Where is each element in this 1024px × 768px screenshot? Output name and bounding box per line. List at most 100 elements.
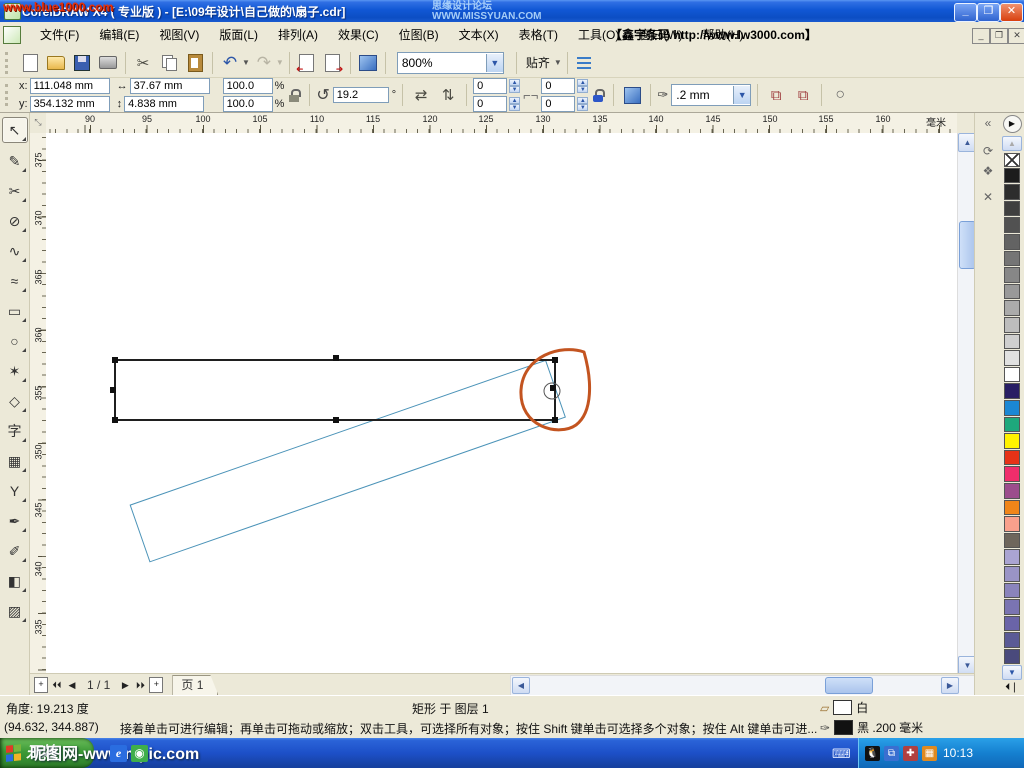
save-button[interactable] [70,51,94,75]
color-swatch[interactable] [1004,483,1020,499]
new-document-button[interactable] [18,51,42,75]
paste-button[interactable] [183,51,207,75]
color-swatch[interactable] [1004,184,1020,200]
corner-br-spinner[interactable]: ▲▼ [577,97,588,111]
color-swatch[interactable] [1004,583,1020,599]
grid-tray-icon[interactable]: ▦ [922,746,937,761]
close-button[interactable]: ✕ [1000,3,1023,22]
item-zoom-tool[interactable]: ⊘ [3,209,27,233]
menu-item[interactable]: 版面(L) [209,22,268,48]
color-swatch[interactable] [1004,300,1020,316]
color-swatch[interactable] [1004,334,1020,350]
print-button[interactable] [96,51,120,75]
mirror-vertical-button[interactable]: ⇅ [436,83,460,107]
security-tray-icon[interactable]: ✚ [903,746,918,761]
doc-close-button[interactable]: ✕ [1008,28,1024,44]
palette-scroll-down[interactable]: ▼ [1002,665,1022,680]
menu-item[interactable]: 视图(V) [149,22,209,48]
color-swatch[interactable] [1004,516,1020,532]
add-page-icon[interactable]: + [34,677,48,693]
corner-radius-tl-field[interactable]: 0 [473,78,507,94]
drawing-canvas[interactable] [46,133,957,673]
palette-expand-button[interactable]: ⏴❘ [1005,681,1018,695]
rotate-transform-icon[interactable]: ⟳ [975,141,1001,161]
color-swatch[interactable] [1004,433,1020,449]
color-swatch[interactable] [1004,383,1020,399]
color-swatch[interactable] [1004,400,1020,416]
menu-item[interactable]: 文本(X) [449,22,509,48]
application-launcher-button[interactable] [356,51,380,75]
item-smart-drawing-tool[interactable]: ≈ [3,269,27,293]
color-swatch[interactable] [1004,234,1020,250]
quick-launch-browser-icon[interactable]: e [110,745,127,762]
collapse-docker-icon[interactable]: « [975,113,1001,133]
color-swatch[interactable] [1004,251,1020,267]
options-button[interactable] [573,51,597,75]
corner-bl-spinner[interactable]: ▲▼ [509,97,520,111]
no-color-swatch[interactable] [1004,153,1020,167]
color-swatch[interactable] [1004,549,1020,565]
toolbar-grip[interactable] [5,52,13,74]
symmetry-button-2[interactable]: ⧉ [791,83,815,107]
import-button[interactable] [295,51,319,75]
horizontal-scroll-thumb[interactable] [825,677,873,694]
y-position-field[interactable]: 354.132 mm [30,96,110,112]
color-swatch[interactable] [1004,168,1020,184]
item-basic-shapes-tool[interactable]: ◇ [3,389,27,413]
doc-restore-button[interactable]: ❐ [990,28,1008,44]
menu-item[interactable]: 排列(A) [268,22,328,48]
cut-button[interactable]: ✂ [131,51,155,75]
undo-dropdown[interactable]: ▼ [242,58,250,67]
color-swatch[interactable] [1004,350,1020,366]
selection-handles[interactable] [110,355,558,423]
object-height-field[interactable]: 4.838 mm [124,96,204,112]
export-button[interactable] [321,51,345,75]
color-swatch[interactable] [1004,466,1020,482]
color-swatch[interactable] [1004,267,1020,283]
ruler-origin-button[interactable]: ⤡ [30,113,47,134]
selected-rectangle[interactable] [115,360,555,420]
item-freehand-tool[interactable]: ∿ [3,239,27,263]
scroll-right-button[interactable]: ▶ [941,677,959,694]
horizontal-scrollbar[interactable]: ◀ ▶ [510,675,976,696]
color-swatch[interactable] [1004,599,1020,615]
color-swatch[interactable] [1004,649,1020,665]
item-crop-tool[interactable]: ✂ [3,179,27,203]
copy-button[interactable] [157,51,181,75]
color-swatch[interactable] [1004,632,1020,648]
corner-tr-spinner[interactable]: ▲▼ [577,79,588,93]
minimize-button[interactable]: _ [954,3,977,22]
maximize-button[interactable]: ❐ [977,3,1000,22]
corner-radius-tr-field[interactable]: 0 [541,78,575,94]
add-page-icon[interactable]: + [149,677,163,693]
convert-to-curves-button[interactable]: ○ [828,83,852,107]
color-swatch[interactable] [1004,317,1020,333]
qq-tray-icon[interactable]: 🐧 [865,746,880,761]
item-table-tool[interactable]: ▦ [3,449,27,473]
palette-flyout-button[interactable]: ▶ [1003,115,1022,133]
undo-button[interactable]: ↶ [218,51,242,75]
item-shape-tool[interactable]: ✎ [3,149,27,173]
color-swatch[interactable] [1004,533,1020,549]
doc-minimize-button[interactable]: _ [972,28,990,44]
redo-dropdown[interactable]: ▼ [276,58,284,67]
item-text-tool[interactable]: 字 [3,419,27,443]
quick-launch-media-icon[interactable]: ◉ [131,745,148,762]
last-page-button[interactable]: ⏵⏵ [134,680,146,691]
palette-scroll-up[interactable]: ▲ [1002,136,1022,151]
color-swatch[interactable] [1004,367,1020,383]
zoom-level-combo[interactable]: 800% ▼ [397,52,504,74]
color-swatch[interactable] [1004,284,1020,300]
color-swatch[interactable] [1004,566,1020,582]
vertical-scrollbar[interactable]: ▲ ▼ [957,133,975,673]
menu-item[interactable]: 位图(B) [389,22,449,48]
menu-item[interactable]: 文件(F) [30,22,89,48]
item-ellipse-tool[interactable]: ○ [3,329,27,353]
apply-duplicate-icon[interactable]: ❖ [975,161,1001,181]
vertical-ruler[interactable]: 375370365360355350345340335 [30,133,47,673]
open-button[interactable] [44,51,68,75]
corner-lock-icon[interactable] [593,89,605,102]
color-swatch[interactable] [1004,450,1020,466]
fill-color-indicator[interactable]: ▱ 白 [820,699,868,716]
scale-x-field[interactable]: 100.0 [223,78,273,94]
